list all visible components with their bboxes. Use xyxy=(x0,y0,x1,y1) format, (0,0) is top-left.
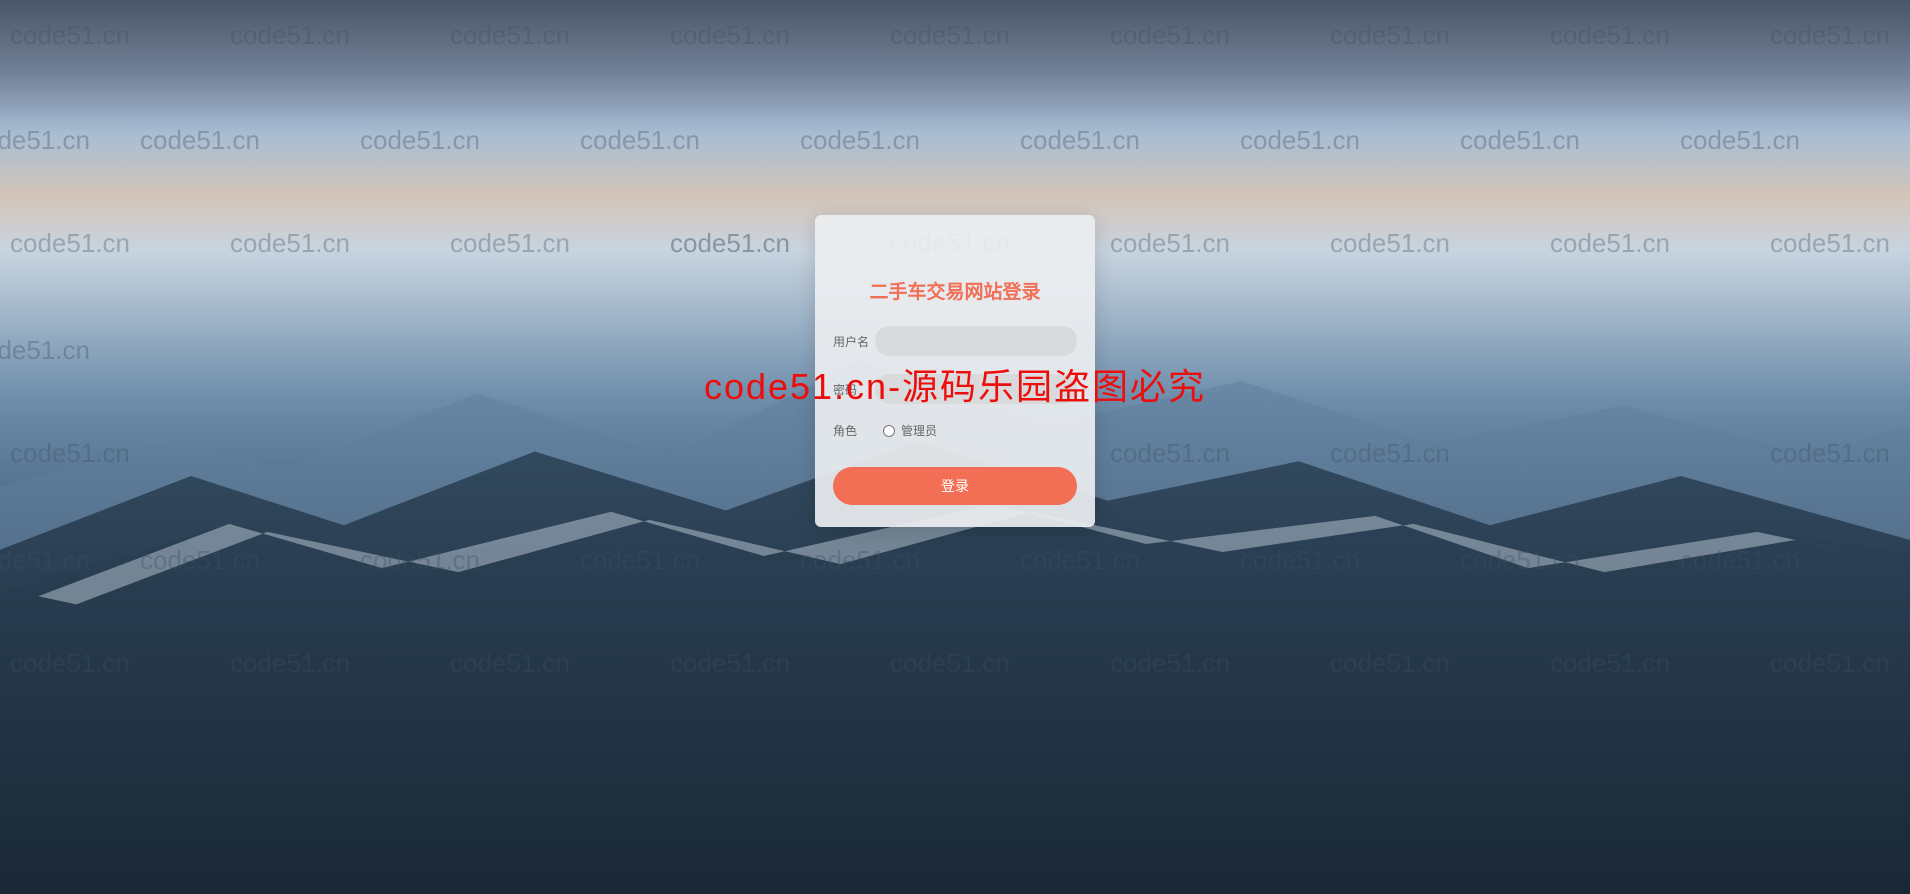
role-radio-wrapper: 管理员 xyxy=(883,422,937,439)
watermark-text: code51.cn xyxy=(140,545,260,576)
watermark-text: code51.cn xyxy=(670,20,790,51)
watermark-text: code51.cn xyxy=(580,125,700,156)
watermark-text: code51.cn xyxy=(1020,545,1140,576)
watermark-text: code51.cn xyxy=(1770,20,1890,51)
watermark-text: code51.cn xyxy=(1110,20,1230,51)
watermark-text: code51.cn xyxy=(450,648,570,679)
username-row: 用户名 xyxy=(833,326,1077,356)
watermark-text: code51.cn xyxy=(1550,20,1670,51)
watermark-text: code51.cn xyxy=(1680,545,1800,576)
watermark-text: code51.cn xyxy=(670,228,790,259)
watermark-text: code51.cn xyxy=(1770,438,1890,469)
username-input[interactable] xyxy=(875,326,1077,356)
watermark-main: code51.cn-源码乐园盗图必究 xyxy=(704,358,1206,410)
login-button[interactable]: 登录 xyxy=(833,467,1077,505)
watermark-text: code51.cn xyxy=(1770,648,1890,679)
role-radio-admin-label: 管理员 xyxy=(901,422,937,439)
username-label: 用户名 xyxy=(833,333,875,350)
watermark-text: code51.cn xyxy=(1330,228,1450,259)
watermark-text: code51.cn xyxy=(140,125,260,156)
watermark-text: code51.cn xyxy=(0,125,90,156)
watermark-text: code51.cn xyxy=(230,648,350,679)
watermark-text: code51.cn xyxy=(1110,228,1230,259)
watermark-text: code51.cn xyxy=(230,228,350,259)
watermark-text: code51.cn xyxy=(800,125,920,156)
role-radio-admin[interactable] xyxy=(883,425,895,437)
watermark-text: code51.cn xyxy=(1770,228,1890,259)
watermark-text: code51.cn xyxy=(800,545,920,576)
watermark-text: code51.cn xyxy=(1550,228,1670,259)
watermark-text: code51.cn xyxy=(1110,648,1230,679)
watermark-text: code51.cn xyxy=(1460,125,1580,156)
watermark-text: code51.cn xyxy=(1330,20,1450,51)
watermark-text: code51.cn xyxy=(1330,438,1450,469)
watermark-text: code51.cn xyxy=(10,648,130,679)
watermark-text: code51.cn xyxy=(0,335,90,366)
watermark-text: code51.cn xyxy=(1330,648,1450,679)
role-label: 角色 xyxy=(833,422,875,439)
watermark-text: code51.cn xyxy=(1240,545,1360,576)
watermark-text: code51.cn xyxy=(1550,648,1670,679)
watermark-text: code51.cn xyxy=(1680,125,1800,156)
watermark-text: code51.cn xyxy=(890,20,1010,51)
watermark-text: code51.cn xyxy=(360,125,480,156)
watermark-text: code51.cn xyxy=(1020,125,1140,156)
watermark-text: code51.cn xyxy=(450,228,570,259)
watermark-text: code51.cn xyxy=(1460,545,1580,576)
watermark-text: code51.cn xyxy=(10,228,130,259)
watermark-text: code51.cn xyxy=(670,648,790,679)
watermark-text: code51.cn xyxy=(0,545,90,576)
watermark-text: code51.cn xyxy=(1110,438,1230,469)
role-row: 角色 管理员 xyxy=(833,422,1077,439)
watermark-text: code51.cn xyxy=(10,438,130,469)
watermark-text: code51.cn xyxy=(890,648,1010,679)
watermark-text: code51.cn xyxy=(450,20,570,51)
watermark-text: code51.cn xyxy=(10,20,130,51)
watermark-text: code51.cn xyxy=(230,20,350,51)
login-title: 二手车交易网站登录 xyxy=(833,277,1077,304)
watermark-text: code51.cn xyxy=(1240,125,1360,156)
watermark-text: code51.cn xyxy=(360,545,480,576)
watermark-text: code51.cn xyxy=(580,545,700,576)
